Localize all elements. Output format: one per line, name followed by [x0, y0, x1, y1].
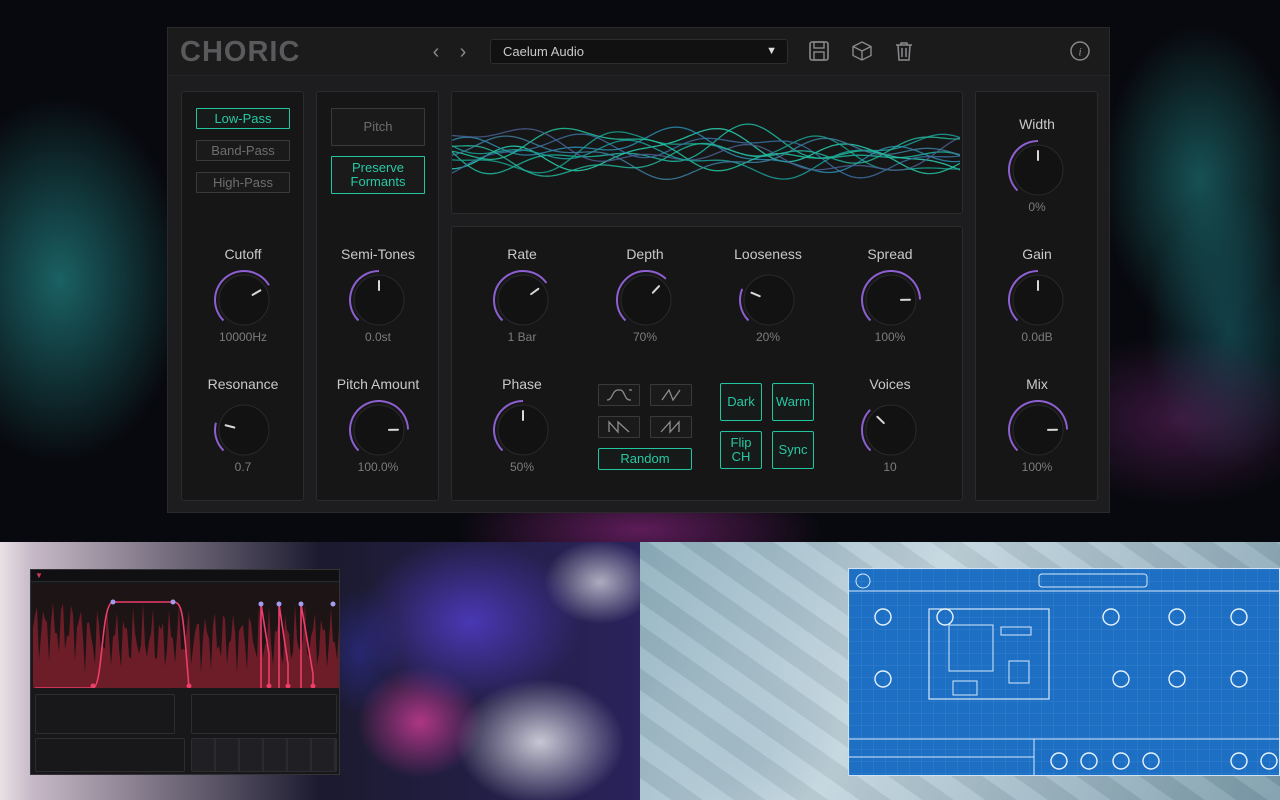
preview-shape-grid [191, 738, 337, 772]
wave-shape-ramp-down-button[interactable] [598, 416, 640, 438]
gain-value: 0.0dB [1021, 330, 1053, 344]
spread-knob[interactable] [859, 268, 923, 332]
wave-shape-ramp-up-button[interactable] [650, 416, 692, 438]
depth-knob[interactable] [614, 268, 678, 332]
voices-value: 10 [883, 460, 897, 474]
semi-tones-value: 0.0st [364, 330, 391, 344]
width-value: 0% [1028, 200, 1046, 214]
svg-text:i: i [1078, 45, 1081, 59]
waveform-display [451, 91, 963, 214]
pitch-button[interactable]: Pitch [331, 108, 425, 146]
thumbnail-plugin-right [640, 542, 1280, 800]
band-pass-button[interactable]: Band-Pass [196, 140, 290, 161]
pitch-amount-knob[interactable] [347, 398, 411, 462]
high-pass-button[interactable]: High-Pass [196, 172, 290, 193]
looseness-value: 20% [755, 330, 781, 344]
semi-tones-label: Semi-Tones [341, 246, 415, 262]
info-icon[interactable]: i [1069, 40, 1091, 62]
cutoff-value: 10000Hz [218, 330, 268, 344]
pitch-section: Pitch Preserve Formants Semi-Tones 0.0st… [316, 91, 439, 501]
voices-knob[interactable] [859, 398, 923, 462]
pitch-amount-value: 100.0% [357, 460, 399, 474]
rate-value: 1 Bar [507, 330, 537, 344]
random-wave-button[interactable]: Random [598, 448, 692, 470]
blueprint-synth-drawing [849, 569, 1279, 775]
width-label: Width [1019, 116, 1055, 132]
depth-value: 70% [632, 330, 658, 344]
spread-label: Spread [867, 246, 913, 262]
mix-knob[interactable] [1006, 398, 1070, 462]
depth-label: Depth [626, 246, 664, 262]
filter-plugin-preview: ▼ [30, 569, 340, 775]
modulation-waveform [451, 123, 961, 180]
filter-section: Low-Pass Band-Pass High-Pass Cutoff 1000… [181, 91, 304, 501]
rate-label: Rate [507, 246, 537, 262]
resonance-knob[interactable] [212, 398, 276, 462]
resonance-value: 0.7 [234, 460, 252, 474]
preview-spectrum-graph [33, 584, 339, 688]
sine-wave-icon [606, 389, 632, 401]
mix-value: 100% [1021, 460, 1053, 474]
ramp-up-wave-icon [660, 420, 680, 434]
looseness-knob[interactable] [737, 268, 801, 332]
preview-env-panel [35, 738, 185, 772]
phase-knob[interactable] [491, 398, 555, 462]
resonance-label: Resonance [207, 376, 279, 392]
voices-label: Voices [869, 376, 911, 392]
preview-delay-panel [35, 694, 175, 734]
mix-label: Mix [1026, 376, 1048, 392]
flip-ch-button[interactable]: Flip CH [720, 431, 762, 469]
phase-label: Phase [502, 376, 542, 392]
rate-knob[interactable] [491, 268, 555, 332]
choric-plugin-window: CHORIC ‹ › Caelum Audio ▼ i Low-Pass Ban… [167, 27, 1110, 513]
wave-shape-triangle-button[interactable] [650, 384, 692, 406]
next-preset-button[interactable]: › [453, 40, 473, 64]
preserve-formants-button[interactable]: Preserve Formants [331, 156, 425, 194]
chevron-down-icon: ▼ [766, 45, 777, 57]
preset-name: Caelum Audio [503, 44, 584, 59]
randomize-dice-icon[interactable] [851, 40, 873, 62]
triangle-wave-icon [661, 388, 681, 402]
screenshot-root: CHORIC ‹ › Caelum Audio ▼ i Low-Pass Ban… [0, 0, 1280, 800]
semi-tones-knob[interactable] [347, 268, 411, 332]
header-bar: CHORIC ‹ › Caelum Audio ▼ i [168, 28, 1109, 76]
warm-button[interactable]: Warm [772, 383, 814, 421]
preview-logo-icon: ▼ [35, 571, 43, 580]
sync-button[interactable]: Sync [772, 431, 814, 469]
chevron-left-icon: ‹ [432, 41, 440, 63]
wave-shape-sine-button[interactable] [598, 384, 640, 406]
low-pass-button[interactable]: Low-Pass [196, 108, 290, 129]
cutoff-knob[interactable] [212, 268, 276, 332]
ramp-down-wave-icon [608, 420, 630, 434]
cutoff-label: Cutoff [224, 246, 262, 262]
preset-dropdown[interactable]: Caelum Audio ▼ [490, 39, 788, 64]
pitch-amount-label: Pitch Amount [336, 376, 420, 392]
app-logo: CHORIC [180, 36, 301, 68]
gain-label: Gain [1022, 246, 1052, 262]
phase-value: 50% [509, 460, 535, 474]
trash-icon[interactable] [893, 40, 915, 62]
dark-button[interactable]: Dark [720, 383, 762, 421]
thumbnail-plugin-left: ▼ [0, 542, 640, 800]
spread-value: 100% [874, 330, 906, 344]
prev-preset-button[interactable]: ‹ [426, 40, 446, 64]
preview-header: ▼ [31, 570, 339, 582]
save-icon[interactable] [808, 40, 830, 62]
chorus-section: Rate 1 Bar Depth 70% Looseness 20% Sprea… [451, 226, 963, 501]
money-generator-plugin-preview [848, 568, 1280, 776]
output-section: Width 0% Gain 0.0dB Mix 100% [975, 91, 1098, 501]
chevron-right-icon: › [459, 41, 467, 63]
looseness-label: Looseness [734, 246, 802, 262]
gain-knob[interactable] [1006, 268, 1070, 332]
width-knob[interactable] [1006, 138, 1070, 202]
preview-modulation-panel [191, 694, 337, 734]
